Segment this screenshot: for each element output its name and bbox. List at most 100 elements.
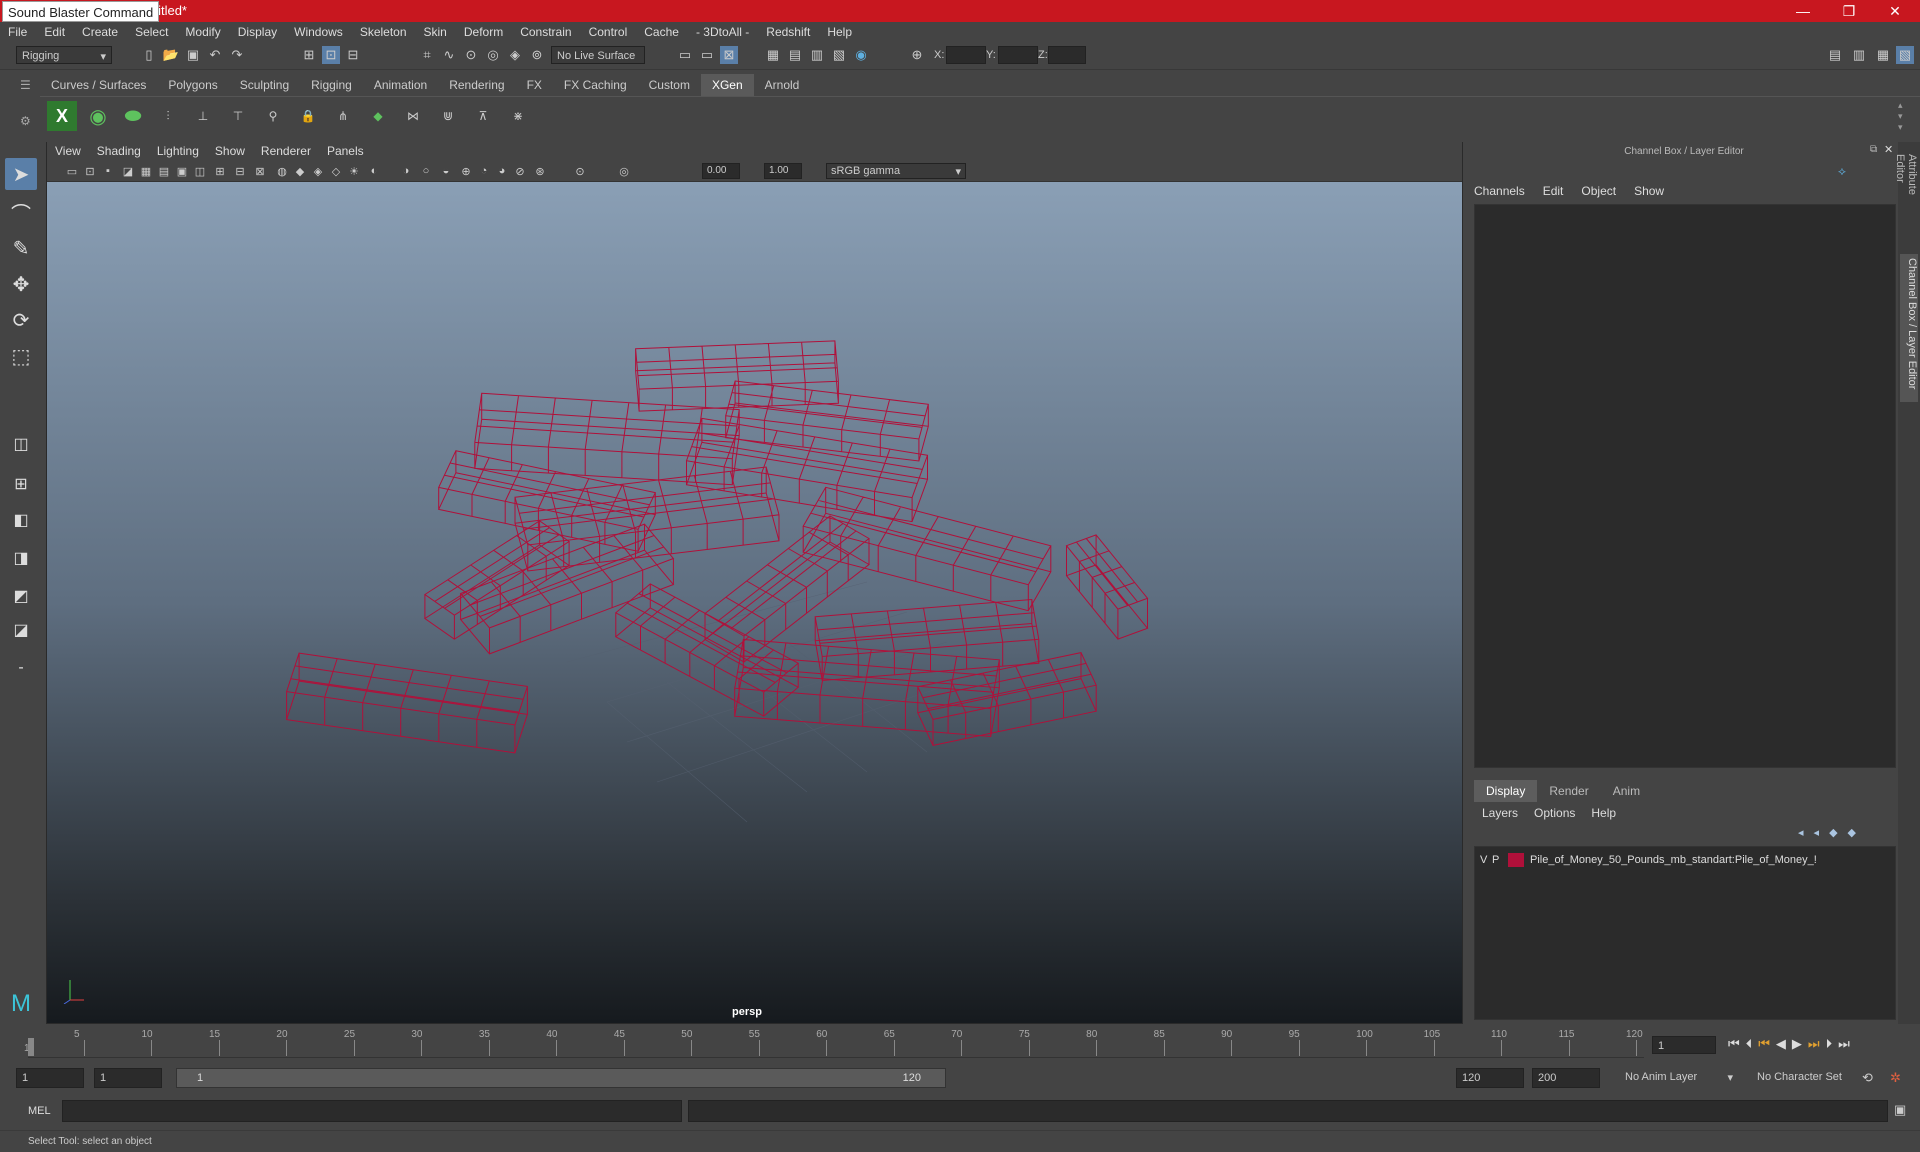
use-lights-icon[interactable]: ☀ xyxy=(346,163,362,179)
tab-attribute-editor[interactable]: Attribute Editor xyxy=(1894,150,1918,230)
viewport-menu-lighting[interactable]: Lighting xyxy=(157,144,199,158)
xgen-guides-icon[interactable]: ⋔ xyxy=(328,101,358,131)
xray-active-icon[interactable]: ⊘ xyxy=(512,163,528,179)
menu-cache[interactable]: Cache xyxy=(644,25,679,39)
viewport-menu-view[interactable]: View xyxy=(55,144,81,158)
xgen-delete-icon[interactable]: ⋇ xyxy=(503,101,533,131)
tab-sculpting[interactable]: Sculpting xyxy=(228,74,301,96)
x-field[interactable] xyxy=(946,46,986,64)
menu-display[interactable]: Display xyxy=(238,25,277,39)
film-gate-icon[interactable]: ▤ xyxy=(156,163,172,179)
tab-arnold[interactable]: Arnold xyxy=(753,74,811,96)
channel-box-area[interactable] xyxy=(1474,204,1896,768)
graph-layout-icon[interactable]: ◩ xyxy=(5,580,37,612)
two-panes-layout-icon[interactable]: ◧ xyxy=(5,504,37,536)
live-surface-field[interactable]: No Live Surface xyxy=(551,46,645,64)
xgen-add-guide-icon[interactable]: ⊤ xyxy=(223,101,253,131)
layer-menu-layers[interactable]: Layers xyxy=(1482,806,1518,820)
bookmark-icon[interactable]: ▪ xyxy=(100,163,116,179)
layer-menu-options[interactable]: Options xyxy=(1534,806,1575,820)
step-forward-key-icon[interactable]: ⏭ xyxy=(1808,1036,1820,1052)
channel-menu-channels[interactable]: Channels xyxy=(1474,184,1525,198)
viewport-menu-show[interactable]: Show xyxy=(215,144,245,158)
safe-action-icon[interactable]: ⊟ xyxy=(232,163,248,179)
play-forward-icon[interactable]: ▶ xyxy=(1792,1036,1802,1052)
xgen-groom-icon[interactable]: ⫶ xyxy=(153,101,183,131)
rotate-tool-icon[interactable]: ⟳ xyxy=(5,304,37,336)
viewport-menu-renderer[interactable]: Renderer xyxy=(261,144,311,158)
construction-history-icon[interactable]: ⊠ xyxy=(720,46,738,64)
image-plane-icon[interactable]: ◪ xyxy=(120,163,136,179)
select-object-icon[interactable]: ⊡ xyxy=(322,46,340,64)
end-time-field[interactable]: 120 xyxy=(1456,1068,1524,1088)
restore-button[interactable]: ❐ xyxy=(1826,0,1872,22)
play-backward-icon[interactable]: ◀ xyxy=(1776,1036,1786,1052)
tab-fx-caching[interactable]: FX Caching xyxy=(552,74,638,96)
viewport-menu-shading[interactable]: Shading xyxy=(97,144,141,158)
snap-surface-icon[interactable]: ◈ xyxy=(506,46,524,64)
menu-skin[interactable]: Skin xyxy=(424,25,447,39)
layer-row[interactable]: V P Pile_of_Money_50_Pounds_mb_standart:… xyxy=(1480,852,1817,868)
ambient-occlusion-icon[interactable]: ◑ xyxy=(398,163,414,179)
channel-menu-object[interactable]: Object xyxy=(1581,184,1616,198)
select-tool-icon[interactable]: ➤ xyxy=(5,158,37,190)
new-layer-icon[interactable]: ◆ xyxy=(1829,826,1837,839)
xgen-lock-icon[interactable]: 🔒 xyxy=(293,101,323,131)
ipr-render-icon[interactable]: ▥ xyxy=(808,46,826,64)
isolate-select-icon[interactable]: ⊕ xyxy=(458,163,474,179)
scale-tool-icon[interactable]: ⬚ xyxy=(5,340,37,372)
auto-key-icon[interactable]: ⟲ xyxy=(1862,1070,1873,1086)
anti-alias-icon[interactable]: ◒ xyxy=(438,163,454,179)
modeling-toolkit-icon[interactable]: ▤ xyxy=(1826,46,1844,64)
menu-file[interactable]: File xyxy=(8,25,27,39)
tab-custom[interactable]: Custom xyxy=(637,74,701,96)
xgen-description-icon[interactable]: ⬬ xyxy=(118,101,148,131)
menu-redshift[interactable]: Redshift xyxy=(766,25,810,39)
layer-menu-help[interactable]: Help xyxy=(1591,806,1616,820)
layer-playback-toggle[interactable]: P xyxy=(1492,854,1508,866)
snap-view-icon[interactable]: ◎ xyxy=(484,46,502,64)
input-ops-icon[interactable]: ▭ xyxy=(698,46,716,64)
snap-grid-icon[interactable]: ⌗ xyxy=(418,46,436,64)
menu-skeleton[interactable]: Skeleton xyxy=(360,25,407,39)
close-button[interactable]: ✕ xyxy=(1872,0,1918,22)
script-language-label[interactable]: MEL xyxy=(28,1105,51,1117)
undo-icon[interactable]: ↶ xyxy=(206,46,224,64)
safe-title-icon[interactable]: ⊠ xyxy=(252,163,268,179)
menu-control[interactable]: Control xyxy=(589,25,628,39)
default-material-icon[interactable]: ◈ xyxy=(310,163,326,179)
character-set-dropdown[interactable]: No Character Set xyxy=(1752,1068,1864,1088)
history-icon[interactable]: ▭ xyxy=(676,46,694,64)
hypershade-layout-icon[interactable]: ◪ xyxy=(5,614,37,646)
channel-menu-edit[interactable]: Edit xyxy=(1543,184,1564,198)
wireframe-icon[interactable]: ◍ xyxy=(274,163,290,179)
xgen-preview-icon[interactable]: ◉ xyxy=(83,101,113,131)
time-slider[interactable] xyxy=(28,1028,1644,1058)
new-layer-selected-icon[interactable]: ◆ xyxy=(1848,826,1856,839)
shelf-settings-icon[interactable]: ⚙ xyxy=(20,114,34,128)
tab-fx[interactable]: FX xyxy=(515,74,553,96)
attribute-editor-icon[interactable]: ▥ xyxy=(1850,46,1868,64)
xgen-clumping-icon[interactable]: ⋈ xyxy=(398,101,428,131)
gamma-field[interactable]: 1.00 xyxy=(764,163,802,179)
open-scene-icon[interactable]: 📂 xyxy=(162,46,180,64)
shelf-scroll-icon[interactable]: ▴ ▾ ▾ xyxy=(1898,100,1903,133)
exposure-field[interactable]: 0.00 xyxy=(702,163,740,179)
new-scene-icon[interactable]: ▯ xyxy=(140,46,158,64)
save-scene-icon[interactable]: ▣ xyxy=(184,46,202,64)
four-view-layout-icon[interactable]: ⊞ xyxy=(5,468,37,500)
move-tool-icon[interactable]: ✥ xyxy=(5,268,37,300)
textured-icon[interactable]: ◇ xyxy=(328,163,344,179)
go-to-start-icon[interactable]: ⏮ xyxy=(1728,1036,1740,1052)
mode-dropdown[interactable]: Rigging ▾ xyxy=(16,46,112,64)
channel-box-icon[interactable]: ▧ xyxy=(1896,46,1914,64)
menu-constrain[interactable]: Constrain xyxy=(520,25,571,39)
start-time-field[interactable]: 1 xyxy=(16,1068,84,1088)
step-forward-frame-icon[interactable]: ⏵ xyxy=(1826,1036,1833,1052)
channel-menu-show[interactable]: Show xyxy=(1634,184,1664,198)
colorspace-dropdown[interactable]: sRGB gamma ▾ xyxy=(826,163,966,179)
exposure-icon[interactable]: ⊛ xyxy=(532,163,548,179)
redo-icon[interactable]: ↷ xyxy=(228,46,246,64)
xgen-sculpt-icon[interactable]: ⚲ xyxy=(258,101,288,131)
tab-rendering[interactable]: Rendering xyxy=(438,74,516,96)
